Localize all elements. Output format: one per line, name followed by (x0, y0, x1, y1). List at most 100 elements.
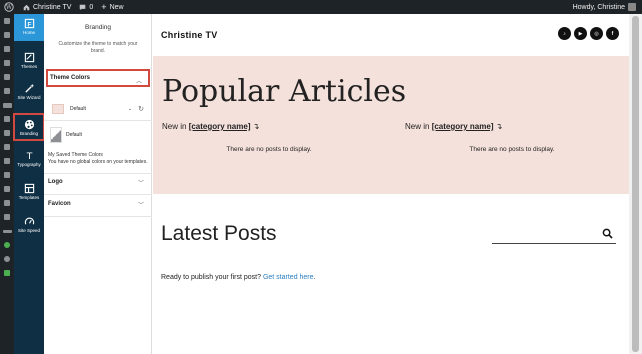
popular-articles-title: Popular Articles (162, 74, 407, 109)
search-icon[interactable] (602, 228, 613, 239)
latest-posts-title: Latest Posts (161, 222, 277, 245)
scrollbar[interactable] (629, 14, 642, 354)
products-icon[interactable] (0, 112, 14, 126)
branding-panel: Branding Customize the theme to match yo… (44, 14, 152, 354)
tool-site-speed[interactable]: Site Speed (14, 216, 44, 238)
new-content-link[interactable]: + New (101, 2, 123, 12)
tool-label: Themes (20, 64, 38, 69)
templates-icon (24, 183, 34, 194)
signal-icon[interactable] (0, 252, 14, 266)
speedometer-icon (24, 217, 34, 225)
greeting-text: Howdy, Christine (572, 3, 625, 11)
users-icon[interactable] (0, 182, 14, 196)
no-posts-message-left: There are no posts to display. (226, 146, 312, 153)
default-palette-label: Default (66, 132, 82, 138)
saved-colors-title: My Saved Theme Colors (48, 152, 103, 158)
tool-label: Home (22, 30, 35, 35)
new-label: New (109, 3, 124, 11)
instagram-icon[interactable]: ◎ (590, 27, 603, 40)
tool-themes[interactable]: Themes (14, 52, 44, 74)
svg-text:T: T (25, 151, 32, 161)
popular-articles-section: Popular Articles New in [category name] … (153, 56, 629, 194)
chevron-up-icon: ︿ (135, 79, 142, 85)
appearance-icon[interactable] (0, 154, 14, 168)
settings-icon[interactable] (0, 210, 14, 224)
tool-branding[interactable]: Branding (13, 113, 45, 141)
scrollbar-thumb[interactable] (632, 16, 639, 352)
tool-label: Branding (19, 131, 38, 136)
category-link[interactable]: [category name] (432, 122, 494, 131)
theme-colors-accordion[interactable]: Theme Colors ︿ (46, 69, 150, 87)
chevron-down-icon: ﹀ (137, 181, 144, 187)
tool-templates[interactable]: Templates (14, 183, 44, 205)
media-icon[interactable] (0, 42, 14, 56)
tool-home[interactable]: F Home (14, 14, 44, 41)
app-root: W Christine TV 0 + New Howdy, Christine (0, 0, 642, 354)
svg-text:F: F (27, 21, 31, 28)
comments-menu-icon[interactable] (0, 70, 14, 84)
no-posts-message-right: There are no posts to display. (469, 146, 555, 153)
tool-site-wizard[interactable]: Site Wizard (14, 83, 44, 105)
palette-select[interactable]: Default ⌄ ↻ (52, 103, 144, 115)
site-title[interactable]: Christine TV (161, 30, 218, 40)
tool-typography[interactable]: T Typography (14, 150, 44, 172)
social-icons: ♪ ▶ ◎ f (558, 27, 619, 40)
period: . (313, 274, 316, 281)
tool-label: Site Wizard (17, 95, 41, 100)
arrow-icon: ↴ (495, 122, 503, 131)
admin-menu (0, 14, 14, 354)
admin-bar: W Christine TV 0 + New Howdy, Christine (0, 0, 642, 14)
themes-icon (24, 52, 34, 63)
logo-accordion[interactable]: Logo ﹀ (46, 173, 150, 191)
analytics-icon[interactable] (0, 126, 14, 140)
pages-icon[interactable] (0, 56, 14, 70)
new-in-label: New in (405, 122, 432, 131)
favicon-accordion[interactable]: Favicon ﹀ (46, 195, 150, 213)
wand-icon (24, 83, 34, 93)
pin-icon[interactable] (0, 28, 14, 42)
pin-icon-2[interactable] (0, 84, 14, 98)
site-name-link[interactable]: Christine TV (23, 4, 71, 11)
plugins-icon[interactable] (0, 168, 14, 182)
tool-label: Templates (18, 195, 40, 200)
dashboard-icon[interactable] (0, 14, 14, 28)
account-menu[interactable]: Howdy, Christine (573, 0, 636, 14)
refresh-icon[interactable]: ↻ (138, 105, 144, 113)
home-icon (23, 4, 30, 10)
svg-text:W: W (6, 4, 13, 11)
logo-label: Logo (48, 179, 63, 185)
favicon-label: Favicon (48, 201, 71, 207)
collapse-icon[interactable] (0, 266, 14, 280)
typography-icon: T (25, 151, 32, 161)
get-started-link[interactable]: Get started here (263, 274, 314, 281)
palette-swatch (52, 104, 64, 114)
seo-icon[interactable] (0, 224, 14, 238)
wordpress-logo-icon[interactable]: W (3, 1, 15, 13)
woo-icon[interactable] (0, 98, 14, 112)
search-input[interactable] (492, 243, 616, 244)
facebook-icon[interactable]: f (606, 27, 619, 40)
palette-select-value: Default (70, 106, 86, 112)
default-palette-tile[interactable] (50, 127, 62, 143)
comment-icon (80, 4, 86, 10)
youtube-icon[interactable]: ▶ (574, 27, 587, 40)
comments-count: 0 (89, 3, 94, 11)
comments-link[interactable]: 0 (79, 4, 93, 11)
leaf-icon[interactable] (0, 238, 14, 252)
site-name-label: Christine TV (33, 3, 72, 11)
theme-colors-label: Theme Colors (50, 75, 91, 81)
category-heading-right: New in [category name] ↴ (405, 122, 502, 131)
tiktok-icon[interactable]: ♪ (558, 27, 571, 40)
tools-icon[interactable] (0, 196, 14, 210)
marketing-icon[interactable] (0, 140, 14, 154)
saved-colors-empty: You have no global colors on your templa… (48, 159, 148, 165)
category-heading-left: New in [category name] ↴ (162, 122, 259, 131)
panel-description: Customize the theme to match your brand. (58, 41, 138, 54)
theme-tools-rail: F Home Themes Site Wizard Branding T Typ… (13, 14, 45, 354)
avatar (628, 3, 636, 11)
tool-label: Site Speed (17, 228, 41, 233)
ready-to-publish: Ready to publish your first post? Get st… (161, 274, 316, 281)
tool-label: Typography (17, 162, 41, 167)
category-link[interactable]: [category name] (189, 122, 251, 131)
new-in-label: New in (162, 122, 189, 131)
